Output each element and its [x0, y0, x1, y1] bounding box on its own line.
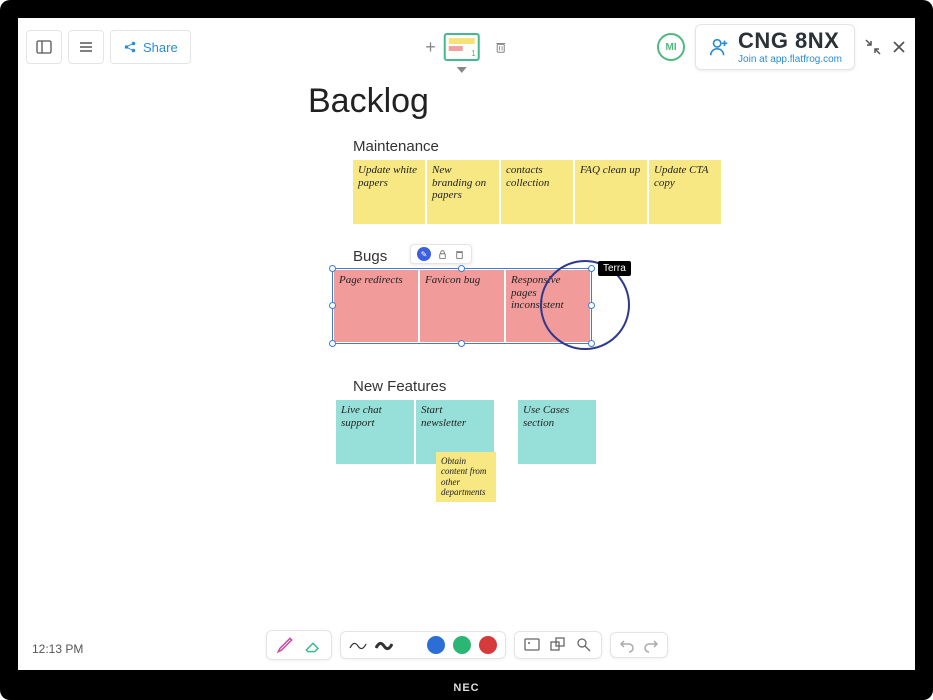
features-row: Live chat support Start newsletter Use C…: [336, 400, 596, 464]
board-title: Backlog: [308, 82, 429, 121]
room-invite-card[interactable]: CNG 8NX Join at app.flatfrog.com: [695, 24, 855, 69]
color-blue[interactable]: [427, 636, 445, 654]
section-label-features: New Features: [353, 378, 446, 395]
sticky-note[interactable]: Use Cases section: [518, 400, 596, 464]
close-button[interactable]: [891, 39, 907, 55]
share-icon: [123, 40, 137, 54]
trash-icon: [494, 40, 508, 54]
maintenance-row: Update white papers New branding on pape…: [353, 160, 721, 224]
pen-tool-button[interactable]: [275, 635, 295, 655]
person-add-icon: [708, 36, 730, 58]
sticky-note[interactable]: Page redirects: [334, 270, 418, 342]
lock-button[interactable]: [437, 249, 448, 260]
monitor-bezel: Share + 1 MI CNG 8NX: [0, 0, 933, 700]
section-label-bugs: Bugs: [353, 248, 387, 265]
share-label: Share: [143, 40, 178, 55]
hamburger-icon: [78, 39, 94, 55]
close-icon: [891, 39, 907, 55]
sticky-note[interactable]: Update CTA copy: [649, 160, 721, 224]
wave-thin-icon: [349, 638, 367, 652]
color-red[interactable]: [479, 636, 497, 654]
color-green[interactable]: [453, 636, 471, 654]
shapes-icon: [549, 636, 567, 654]
panel-toggle-button[interactable]: [26, 30, 62, 64]
menu-button[interactable]: [68, 30, 104, 64]
image-icon: [575, 636, 593, 654]
remote-cursor-label: Terra: [598, 261, 631, 276]
pen-icon: [275, 635, 295, 655]
section-label-maintenance: Maintenance: [353, 138, 439, 155]
sticky-note[interactable]: Obtain content from other departments: [436, 452, 496, 502]
color-black[interactable]: [401, 636, 419, 654]
monitor-brand-label: NEC: [453, 682, 479, 694]
user-avatar[interactable]: MI: [657, 33, 685, 61]
minimize-icon: [865, 39, 881, 55]
bottom-toolbar: [266, 630, 668, 660]
page-navigator: + 1: [425, 33, 508, 61]
selection-toolbar: ✎: [410, 244, 472, 264]
selection-color-button[interactable]: ✎: [417, 247, 431, 261]
sticky-note[interactable]: contacts collection: [501, 160, 573, 224]
delete-page-button[interactable]: [494, 40, 508, 54]
app-screen: Share + 1 MI CNG 8NX: [18, 18, 915, 670]
shapes-button[interactable]: [549, 636, 567, 654]
panel-icon: [36, 39, 52, 55]
sticky-note[interactable]: Update white papers: [353, 160, 425, 224]
avatar-initials: MI: [665, 42, 676, 53]
delete-selection-button[interactable]: [454, 249, 465, 260]
share-button[interactable]: Share: [110, 30, 191, 64]
page-thumbnail[interactable]: 1: [444, 33, 480, 61]
redo-button[interactable]: [643, 637, 659, 653]
top-bar: Share + 1 MI CNG 8NX: [26, 26, 907, 68]
eraser-icon: [303, 635, 323, 655]
undo-button[interactable]: [619, 637, 635, 653]
sticky-note[interactable]: Favicon bug: [420, 270, 504, 342]
image-button[interactable]: [575, 636, 593, 654]
pen-tool-group: [266, 630, 332, 660]
stroke-thick-button[interactable]: [375, 638, 393, 652]
sticky-button[interactable]: [523, 636, 541, 654]
undo-redo-group: [610, 632, 668, 658]
stroke-thin-button[interactable]: [349, 638, 367, 652]
lock-icon: [437, 249, 448, 260]
minimize-button[interactable]: [865, 39, 881, 55]
sticky-icon: [523, 636, 541, 654]
whiteboard-canvas[interactable]: Backlog Maintenance Update white papers …: [18, 78, 915, 622]
undo-icon: [619, 637, 635, 653]
trash-icon: [454, 249, 465, 260]
stroke-color-group: [340, 631, 506, 659]
add-page-button[interactable]: +: [425, 37, 436, 58]
eraser-tool-button[interactable]: [303, 635, 323, 655]
clock: 12:13 PM: [32, 642, 83, 656]
page-number: 1: [471, 49, 475, 58]
room-join-text: Join at app.flatfrog.com: [738, 54, 842, 65]
insert-group: [514, 631, 602, 659]
sticky-note[interactable]: FAQ clean up: [575, 160, 647, 224]
room-code: CNG 8NX: [738, 29, 842, 53]
wave-thick-icon: [375, 638, 393, 652]
sticky-note[interactable]: New branding on papers: [427, 160, 499, 224]
sticky-note[interactable]: Live chat support: [336, 400, 414, 464]
redo-icon: [643, 637, 659, 653]
